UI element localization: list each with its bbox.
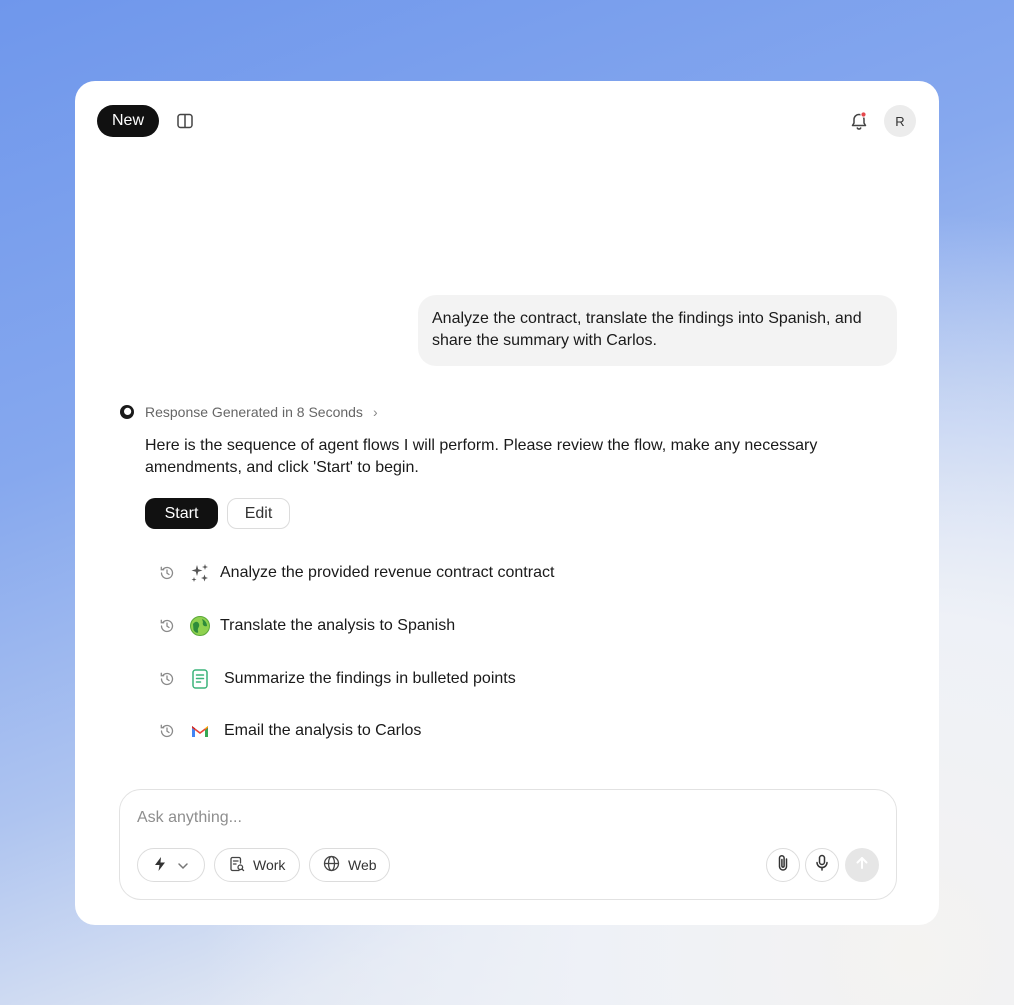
- web-button[interactable]: Web: [309, 848, 390, 882]
- web-label: Web: [348, 857, 377, 873]
- flow-step-label: Email the analysis to Carlos: [224, 722, 422, 739]
- start-button[interactable]: Start: [145, 498, 218, 529]
- attach-button[interactable]: [766, 848, 800, 882]
- flow-step: Summarize the findings in bulleted point…: [159, 667, 516, 691]
- notification-bell-icon[interactable]: [848, 110, 870, 132]
- flow-step-label: Analyze the provided revenue contract co…: [220, 564, 555, 581]
- microphone-icon: [815, 854, 829, 877]
- paperclip-icon: [777, 854, 789, 877]
- document-icon: [189, 668, 211, 690]
- edit-button[interactable]: Edit: [227, 498, 290, 529]
- gmail-icon: [189, 720, 211, 742]
- history-icon: [159, 671, 175, 687]
- globe-icon: [323, 855, 340, 875]
- document-search-icon: [229, 856, 245, 875]
- flow-step: Translate the analysis to Spanish: [159, 614, 455, 638]
- response-meta: Response Generated in 8 Seconds: [145, 404, 363, 420]
- globe-translate-icon: [189, 615, 211, 637]
- new-chat-button[interactable]: New: [97, 105, 159, 137]
- response-header[interactable]: Response Generated in 8 Seconds ›: [119, 402, 378, 422]
- lightning-icon: [153, 856, 167, 875]
- flow-step: Analyze the provided revenue contract co…: [159, 561, 554, 585]
- mode-selector[interactable]: [137, 848, 205, 882]
- history-icon: [159, 565, 175, 581]
- ask-input[interactable]: Ask anything...: [137, 809, 242, 827]
- microphone-button[interactable]: [805, 848, 839, 882]
- user-avatar[interactable]: R: [884, 105, 916, 137]
- flow-step-label: Summarize the findings in bulleted point…: [224, 670, 516, 687]
- chevron-right-icon[interactable]: ›: [373, 404, 378, 420]
- history-icon: [159, 723, 175, 739]
- message-composer[interactable]: Ask anything... Work Web: [119, 789, 897, 900]
- user-message-bubble: Analyze the contract, translate the find…: [418, 295, 897, 366]
- chat-window: New R Analyze the contract, translate th…: [75, 81, 939, 925]
- chevron-down-icon: [177, 857, 189, 873]
- flow-step: Email the analysis to Carlos: [159, 719, 421, 743]
- history-icon: [159, 618, 175, 634]
- flow-step-label: Translate the analysis to Spanish: [220, 617, 456, 634]
- work-button[interactable]: Work: [214, 848, 300, 882]
- arrow-up-icon: [854, 855, 870, 876]
- work-label: Work: [253, 857, 286, 873]
- response-text: Here is the sequence of agent flows I wi…: [145, 437, 818, 476]
- sparkles-icon: [189, 562, 211, 584]
- assistant-logo-icon: [119, 404, 135, 420]
- sidebar-toggle-icon[interactable]: [175, 111, 195, 131]
- send-button[interactable]: [845, 848, 879, 882]
